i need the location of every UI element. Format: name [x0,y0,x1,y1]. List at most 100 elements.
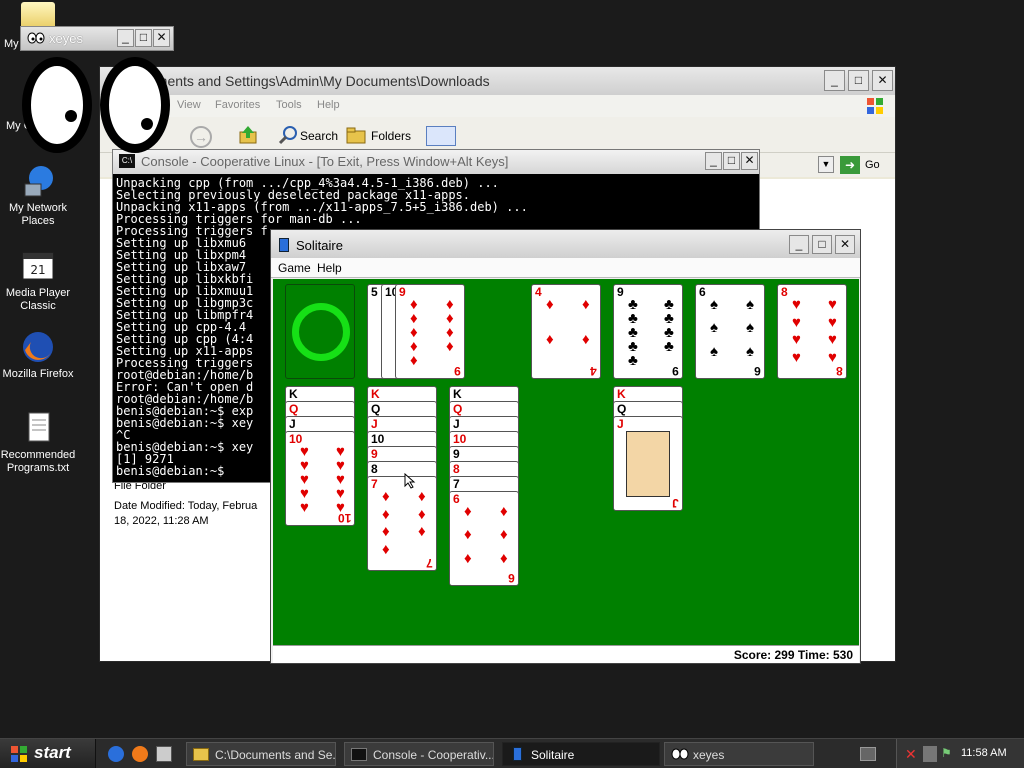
card-rank: 7 [453,477,460,491]
close-button[interactable]: ✕ [741,152,758,170]
playing-card[interactable]: 4 4 ♦ ♦ ♦ ♦ [531,284,601,379]
card-table[interactable]: 5 10 9 9 ♦ ♦ ♦ ♦ ♦ ♦ ♦ ♦ ♦ 4 4 ♦ ♦ ♦ ♦ 9 9 ♣ ♣ ♣ ♣ ♣ ♣ ♣ ♣ ♣ 6 6 ♠ ♠ ♠ ♠ ♠ ♠ 8… [273,279,859,645]
menu-tools[interactable]: Tools [276,99,302,111]
window-title: xeyes [49,31,83,46]
close-button[interactable]: ✕ [153,29,170,47]
close-button[interactable]: ✕ [835,235,855,254]
card-pip: ♦ [582,331,590,348]
task-label: C:\Documents and Se... [215,748,336,762]
minimize-button[interactable]: _ [705,152,722,170]
desktop-icon-media-player[interactable]: 21 Media Player Classic [0,249,76,313]
card-pip: ♦ [464,503,472,520]
security-icon[interactable]: ⚑ [941,746,955,762]
folder-icon [193,748,209,761]
menu-view[interactable]: View [177,99,201,111]
card-rank: Q [289,402,299,416]
desktop-icon-network[interactable]: My Network Places [0,164,76,228]
card-rank: J [371,417,378,431]
card-rank: 10 [453,432,467,446]
card-pip: ♦ [464,526,472,544]
solitaire-titlebar[interactable]: Solitaire _ □ ✕ [271,230,860,258]
task-console[interactable]: Console - Cooperativ... [344,742,494,766]
desktop-icon-recommended[interactable]: Recommended Programs.txt [0,411,76,475]
card-pip: ♠ [746,319,754,337]
windows-logo-icon [10,745,28,763]
maximize-button[interactable]: □ [723,152,740,170]
forward-icon[interactable]: → [190,126,212,148]
card-pip: ♥ [828,331,837,348]
playing-card[interactable]: JJ [613,416,683,511]
minimize-button[interactable]: _ [789,235,809,254]
media-player-icon: 21 [21,249,55,283]
console-titlebar[interactable]: C:\ Console - Cooperative Linux - [To Ex… [113,150,759,174]
playing-card[interactable]: 9 9 ♦ ♦ ♦ ♦ ♦ ♦ ♦ ♦ ♦ [395,284,465,379]
task-solitaire[interactable]: Solitaire [502,742,660,766]
eyes-icon [671,748,689,760]
close-button[interactable]: ✕ [872,70,893,91]
score-time-status: Score: 299 Time: 530 [733,648,853,662]
address-dropdown-button[interactable]: ▼ [818,156,834,173]
xeyes-right-pupil [141,118,153,130]
card-pip: ♥ [300,499,309,516]
xeyes-titlebar[interactable]: xeyes _ □ ✕ [20,26,174,51]
card-rank-bottom: 9 [454,364,461,378]
card-rank-bottom: 4 [590,364,597,378]
card-rank: K [617,387,626,401]
keyboard-icon[interactable] [860,747,876,761]
minimize-button[interactable]: _ [824,70,845,91]
card-pip: ♦ [382,523,390,540]
task-explorer[interactable]: C:\Documents and Se... [186,742,336,766]
tray-app-icon[interactable] [923,746,937,762]
task-xeyes[interactable]: xeyes [664,742,814,766]
maximize-button[interactable]: □ [135,29,152,47]
playing-card[interactable]: 7 7 ♦ ♦ ♦ ♦ ♦ ♦ ♦ [367,476,437,571]
solitaire-menubar: Game Help [271,258,860,278]
playing-card[interactable]: 9 9 ♣ ♣ ♣ ♣ ♣ ♣ ♣ ♣ ♣ [613,284,683,379]
status-bar: Score: 299 Time: 530 [273,645,859,663]
maximize-button[interactable]: □ [848,70,869,91]
card-rank-bottom: 6 [508,571,515,585]
playing-card[interactable]: 6 6 ♦ ♦ ♦ ♦ ♦ ♦ [449,491,519,586]
folders-icon [346,126,366,144]
clock[interactable]: 11:58 AM [961,747,1007,759]
menu-game[interactable]: Game [278,261,311,275]
menu-help[interactable]: Help [317,261,342,275]
quicklaunch-calculator-icon[interactable] [156,746,172,762]
start-button[interactable]: start [0,739,96,768]
up-folder-icon[interactable] [238,125,258,145]
search-button[interactable]: Search [300,129,338,143]
quicklaunch-firefox-icon[interactable] [132,746,148,762]
menu-help[interactable]: Help [317,99,340,111]
task-label: xeyes [693,748,725,762]
card-pip: ♥ [336,499,345,516]
playing-card[interactable]: 8 8 ♥ ♥ ♥ ♥ ♥ ♥ ♥ ♥ [777,284,847,379]
card-pip: ♥ [792,331,801,348]
card-rank: 9 [371,447,378,461]
playing-card[interactable]: 10 10 ♥ ♥ ♥ ♥ ♥ ♥ ♥ ♥ ♥ ♥ [285,431,355,526]
maximize-button[interactable]: □ [812,235,832,254]
card-rank: 9 [399,285,406,299]
go-arrow-icon[interactable]: ➜ [840,156,860,174]
card-face-art [626,431,670,497]
card-rank: J [453,417,460,431]
stock-pile[interactable] [285,284,355,379]
window-title: uments and Settings\Admin\My Documents\D… [148,73,490,89]
minimize-button[interactable]: _ [117,29,134,47]
views-icon[interactable] [426,126,456,146]
solitaire-icon [513,747,522,761]
xeyes-right-eye [100,57,170,153]
card-pip: ♣ [628,352,638,369]
menu-favorites[interactable]: Favorites [215,99,260,111]
folders-button[interactable]: Folders [371,129,411,143]
card-pip: ♦ [382,488,390,505]
go-button[interactable]: Go [865,159,880,171]
solitaire-window[interactable]: Solitaire _ □ ✕ Game Help 5 10 9 9 ♦ ♦ ♦ ♦ ♦ ♦ ♦ ♦ ♦… [270,229,861,664]
desktop-icon-firefox[interactable]: Mozilla Firefox [0,330,76,381]
quicklaunch-ie-icon[interactable] [108,746,124,762]
network-error-icon[interactable]: ✕ [905,746,921,762]
search-icon [278,125,298,145]
explorer-titlebar[interactable]: uments and Settings\Admin\My Documents\D… [100,67,895,95]
card-rank: 6 [453,492,460,506]
mouse-cursor-icon [404,472,416,489]
playing-card[interactable]: 6 6 ♠ ♠ ♠ ♠ ♠ ♠ [695,284,765,379]
